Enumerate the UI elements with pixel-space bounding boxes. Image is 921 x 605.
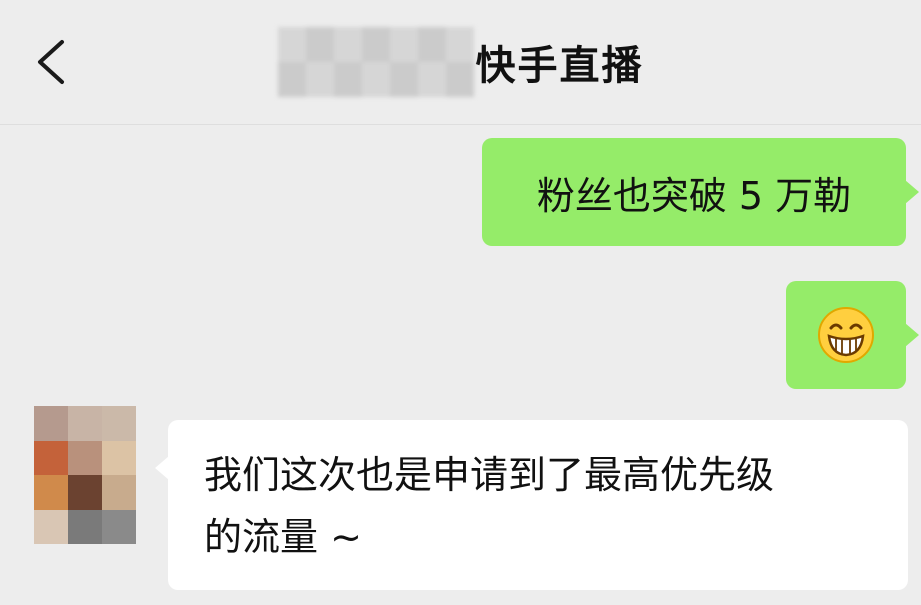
chat-title: 快手直播 (475, 43, 644, 89)
message-text-line: 的流量 ~ (204, 515, 362, 559)
bubble-tail (155, 456, 169, 480)
sent-message-bubble[interactable]: 粉丝也突破 5 万勒 (482, 138, 919, 246)
message-text-line: 我们这次也是申请到了最高优先级 (204, 453, 775, 497)
chat-header: 快手直播 (0, 0, 921, 125)
chat-title-area: 快手直播 (0, 27, 921, 97)
message-text: 粉丝也突破 5 万勒 (536, 173, 852, 218)
received-message-bubble[interactable]: 我们这次也是申请到了最高优先级 的流量 ~ (155, 420, 908, 590)
bubble-tail (905, 180, 919, 204)
bubble-tail (905, 323, 919, 347)
sent-emoji-bubble[interactable] (786, 281, 919, 389)
grinning-face-icon (818, 307, 874, 363)
contact-avatar[interactable] (34, 406, 136, 544)
contact-name-blurred (277, 27, 474, 97)
